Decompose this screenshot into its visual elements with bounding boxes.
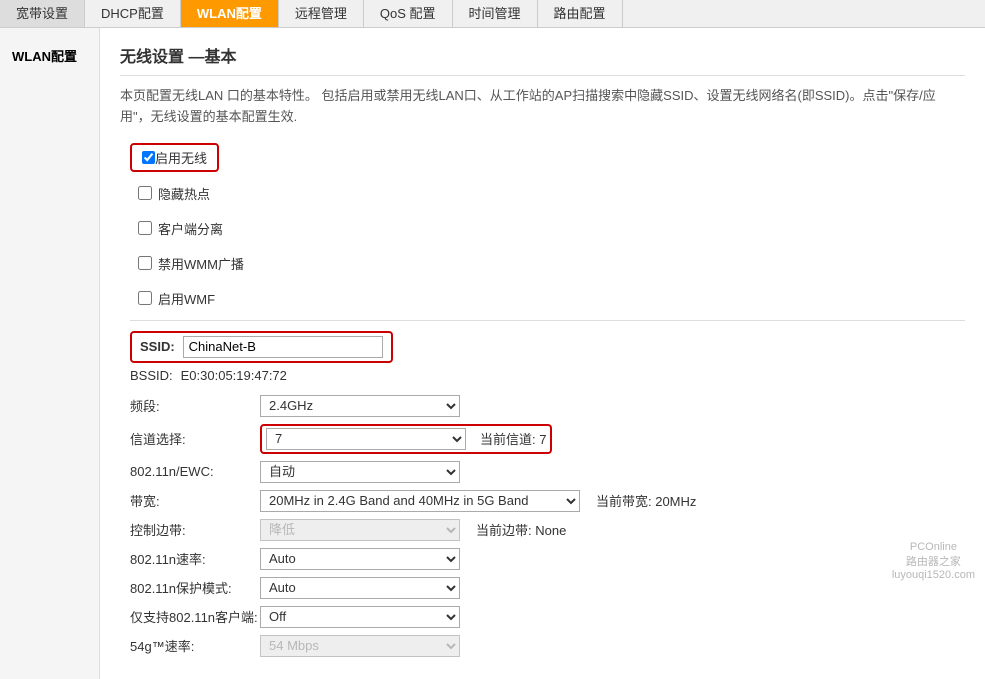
54g-rate-control: 54 Mbps [260,635,460,657]
enable-wireless-label: 启用无线 [155,148,207,167]
protection-label: 802.11n保护模式: [130,578,260,597]
n-rate-select[interactable]: Auto [260,548,460,570]
current-channel-info: 当前信道: 7 [480,429,546,448]
ewc-row: 802.11n/EWC: 自动 禁用 [130,461,965,483]
enable-wmf-label: 启用WMF [158,289,215,308]
page-description: 本页配置无线LAN 口的基本特性。 包括启用或禁用无线LAN口、从工作站的AP扫… [120,86,965,128]
hide-hotspot-checkbox[interactable] [138,186,152,200]
n-only-control: Off On [260,606,460,628]
current-bandwidth-info: 当前带宽: 20MHz [596,491,696,510]
nav-item-6[interactable]: 路由配置 [538,0,623,27]
nav-item-5[interactable]: 时间管理 [453,0,538,27]
disable-wmm-checkbox[interactable] [138,256,152,270]
main-layout: WLAN配置 无线设置 —基本 本页配置无线LAN 口的基本特性。 包括启用或禁… [0,28,985,679]
channel-select[interactable]: 1234 5678 9101112 13Auto [266,428,466,450]
ewc-select[interactable]: 自动 禁用 [260,461,460,483]
disable-wmm-label: 禁用WMM广播 [158,254,244,273]
ewc-label: 802.11n/EWC: [130,464,260,479]
bandwidth-label: 带宽: [130,491,260,510]
client-isolation-checkbox[interactable] [138,221,152,235]
bssid-value: E0:30:05:19:47:72 [181,368,287,383]
watermark-line3: luyouqi1520.com [892,569,975,581]
bandwidth-control: 20MHz in 2.4G Band and 40MHz in 5G Band … [260,490,696,512]
n-rate-row: 802.11n速率: Auto [130,548,965,570]
watermark: PCOnline 路由器之家 luyouqi1520.com [892,541,975,581]
client-isolation-row: 客户端分离 [130,215,965,242]
channel-row: 信道选择: 1234 5678 9101112 13Auto 当前信道: 7 [130,424,965,454]
hide-hotspot-label: 隐藏热点 [158,184,210,203]
nav-item-4[interactable]: QoS 配置 [364,0,453,27]
enable-wmf-checkbox[interactable] [138,291,152,305]
hide-hotspot-row: 隐藏热点 [130,180,965,207]
top-navigation: 宽带设置DHCP配置WLAN配置远程管理QoS 配置时间管理路由配置 [0,0,985,28]
n-only-row: 仅支持802.11n客户端: Off On [130,606,965,628]
bssid-label: BSSID: [130,368,173,383]
sideband-label: 控制边带: [130,520,260,539]
enable-wireless-checkbox[interactable] [142,151,155,164]
protection-select[interactable]: Auto [260,577,460,599]
frequency-label: 频段: [130,396,260,415]
54g-rate-label: 54g™速率: [130,636,260,655]
protection-control: Auto [260,577,460,599]
n-only-label: 仅支持802.11n客户端: [130,607,260,626]
ssid-label: SSID: [140,339,175,354]
frequency-control: 2.4GHz 5GHz [260,395,460,417]
current-sideband-info: 当前边带: None [476,520,566,539]
54g-rate-row: 54g™速率: 54 Mbps [130,635,965,657]
settings-table: 频段: 2.4GHz 5GHz 信道选择: 1234 5678 [130,395,965,657]
watermark-line2: 路由器之家 [892,553,975,569]
frequency-row: 频段: 2.4GHz 5GHz [130,395,965,417]
ewc-control: 自动 禁用 [260,461,460,483]
content-area: 无线设置 —基本 本页配置无线LAN 口的基本特性。 包括启用或禁用无线LAN口… [100,28,985,679]
nav-item-3[interactable]: 远程管理 [279,0,364,27]
client-isolation-label: 客户端分离 [158,219,223,238]
bandwidth-select[interactable]: 20MHz in 2.4G Band and 40MHz in 5G Band … [260,490,580,512]
ssid-input[interactable] [183,336,383,358]
n-rate-label: 802.11n速率: [130,549,260,568]
divider [130,320,965,321]
page-title: 无线设置 —基本 [120,43,965,76]
disable-wmm-row: 禁用WMM广播 [130,250,965,277]
nav-item-1[interactable]: DHCP配置 [85,0,181,27]
frequency-select[interactable]: 2.4GHz 5GHz [260,395,460,417]
sideband-select[interactable]: 降低 升高 [260,519,460,541]
bssid-row: BSSID: E0:30:05:19:47:72 [130,368,965,383]
checkbox-group: 启用无线 隐藏热点 客户端分离 禁用WMM广播 启用WMF [130,143,965,312]
sideband-control: 降低 升高 当前边带: None [260,519,566,541]
54g-rate-select[interactable]: 54 Mbps [260,635,460,657]
watermark-line1: PCOnline [892,541,975,553]
n-rate-control: Auto [260,548,460,570]
sidebar-item-wlan[interactable]: WLAN配置 [0,38,99,73]
sideband-row: 控制边带: 降低 升高 当前边带: None [130,519,965,541]
channel-label: 信道选择: [130,429,260,448]
bandwidth-row: 带宽: 20MHz in 2.4G Band and 40MHz in 5G B… [130,490,965,512]
channel-control: 1234 5678 9101112 13Auto 当前信道: 7 [260,424,552,454]
sidebar: WLAN配置 [0,28,100,679]
nav-item-2[interactable]: WLAN配置 [181,0,279,27]
enable-wmf-row: 启用WMF [130,285,965,312]
n-only-select[interactable]: Off On [260,606,460,628]
nav-item-0[interactable]: 宽带设置 [0,0,85,27]
protection-row: 802.11n保护模式: Auto [130,577,965,599]
